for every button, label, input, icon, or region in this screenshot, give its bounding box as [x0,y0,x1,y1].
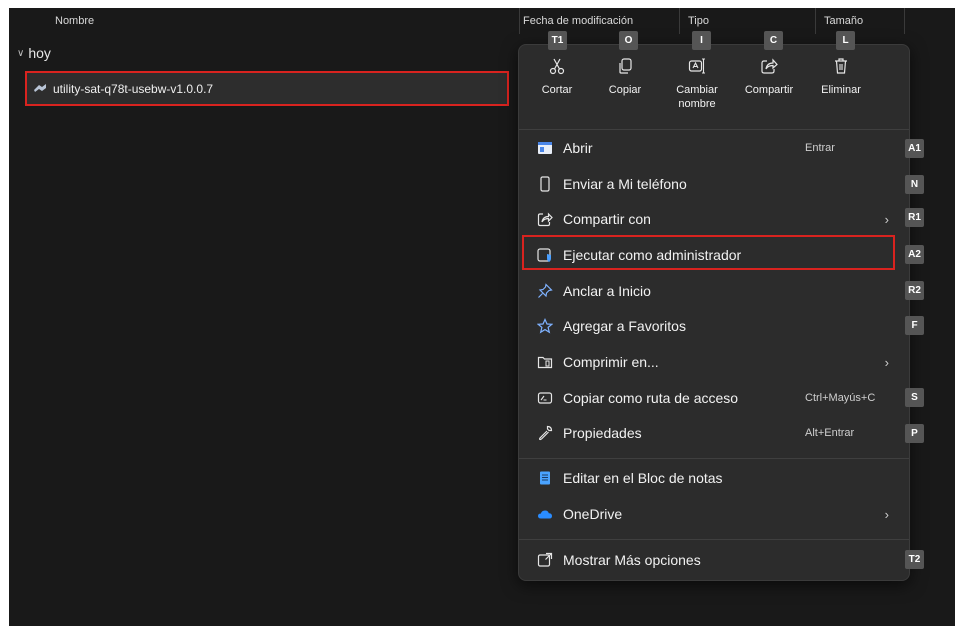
share-button[interactable]: Compartir [737,57,801,97]
scissors-icon [525,57,589,79]
pin-icon [535,281,555,301]
key-badge: O [619,31,638,50]
key-badge: I [692,31,711,50]
group-label: hoy [28,45,51,61]
menu-divider [519,129,909,130]
chevron-down-icon: ∨ [17,47,25,59]
menu-item-label: Abrir [563,140,593,156]
more-options-icon [535,550,555,570]
share-icon [737,57,801,79]
key-badge: N [905,175,924,194]
share-icon [535,209,555,229]
star-icon [535,316,555,336]
menu-item-onedrive[interactable]: OneDrive › [525,499,905,529]
menu-divider [519,539,909,540]
menu-item-properties[interactable]: Propiedades Alt+Entrar [525,418,905,448]
delete-button[interactable]: Eliminar [809,57,873,97]
menu-item-label: Mostrar Más opciones [563,552,701,568]
key-badge: L [836,31,855,50]
copy-icon [593,57,657,79]
file-row-selected[interactable]: utility-sat-q78t-usebw-v1.0.0.7 [25,71,509,106]
executable-icon [33,83,47,95]
cloud-icon [535,504,555,524]
menu-item-label: Enviar a Mi teléfono [563,176,687,192]
cut-button[interactable]: Cortar [525,57,589,97]
key-badge: R2 [905,281,924,300]
phone-icon [535,174,555,194]
path-icon [535,388,555,408]
trash-icon [809,57,873,79]
chevron-right-icon: › [884,354,889,370]
key-badge: A2 [905,245,924,264]
menu-item-add-to-favorites[interactable]: Agregar a Favoritos [525,311,905,341]
menu-item-edit-in-notepad[interactable]: Editar en el Bloc de notas [525,463,905,493]
zip-folder-icon [535,352,555,372]
column-separator[interactable] [904,8,905,34]
menu-item-label: Comprimir en... [563,354,659,370]
key-badge: T2 [905,550,924,569]
menu-item-label: Anclar a Inicio [563,283,651,299]
column-header-name[interactable]: Nombre [55,8,94,34]
key-badge: S [905,388,924,407]
rename-icon [665,57,729,79]
menu-item-label: Copiar como ruta de acceso [563,390,739,406]
quick-actions-bar: Cortar Copiar Cambiar nombre Compartir E… [519,45,909,129]
key-badge: F [905,316,924,335]
chevron-right-icon: › [884,506,889,522]
menu-item-show-more-options[interactable]: Mostrar Más opciones [525,545,905,575]
rename-label: Cambiar nombre [676,84,718,110]
key-badge: A1 [905,139,924,158]
copy-label: Copiar [608,84,642,96]
menu-item-compress[interactable]: Comprimir en... › [525,347,905,377]
file-name: utility-sat-q78t-usebw-v1.0.0.7 [53,81,214,96]
delete-label: Eliminar [821,84,861,96]
chevron-right-icon: › [884,211,889,227]
menu-item-label: Compartir con [563,211,651,227]
copy-button[interactable]: Copiar [593,57,657,97]
key-badge: C [764,31,783,50]
menu-item-shortcut: Ctrl+Mayús+C [805,392,876,404]
column-header-modified[interactable]: Fecha de modificación [523,8,633,34]
highlight-box [522,235,895,270]
menu-item-label: Propiedades [563,425,642,441]
column-separator[interactable] [679,8,680,34]
menu-item-label: Editar en el Bloc de notas [563,470,723,486]
rename-button[interactable]: Cambiar nombre [665,57,729,111]
menu-item-copy-as-path[interactable]: Copiar como ruta de acceso Ctrl+Mayús+C [525,383,905,413]
menu-item-send-to-phone[interactable]: Enviar a Mi teléfono [525,169,905,199]
menu-item-open[interactable]: Abrir Entrar [525,133,905,163]
column-separator[interactable] [519,8,520,34]
context-menu: Cortar Copiar Cambiar nombre Compartir E… [518,44,910,581]
notepad-icon [535,468,555,488]
wrench-icon [535,423,555,443]
group-header-today[interactable]: ∨ hoy [17,45,51,61]
menu-item-shortcut: Entrar [805,142,835,154]
key-badge: R1 [905,208,924,227]
share-label: Compartir [744,84,794,96]
menu-item-pin-to-start[interactable]: Anclar a Inicio [525,276,905,306]
menu-item-share-with[interactable]: Compartir con › [525,204,905,234]
cut-label: Cortar [541,84,573,96]
menu-item-shortcut: Alt+Entrar [805,427,855,439]
key-badge: T1 [548,31,567,50]
open-app-icon [535,138,555,158]
key-badge: P [905,424,924,443]
menu-item-label: OneDrive [563,506,623,522]
column-separator[interactable] [815,8,816,34]
menu-divider [519,458,909,459]
menu-item-label: Agregar a Favoritos [563,318,686,334]
